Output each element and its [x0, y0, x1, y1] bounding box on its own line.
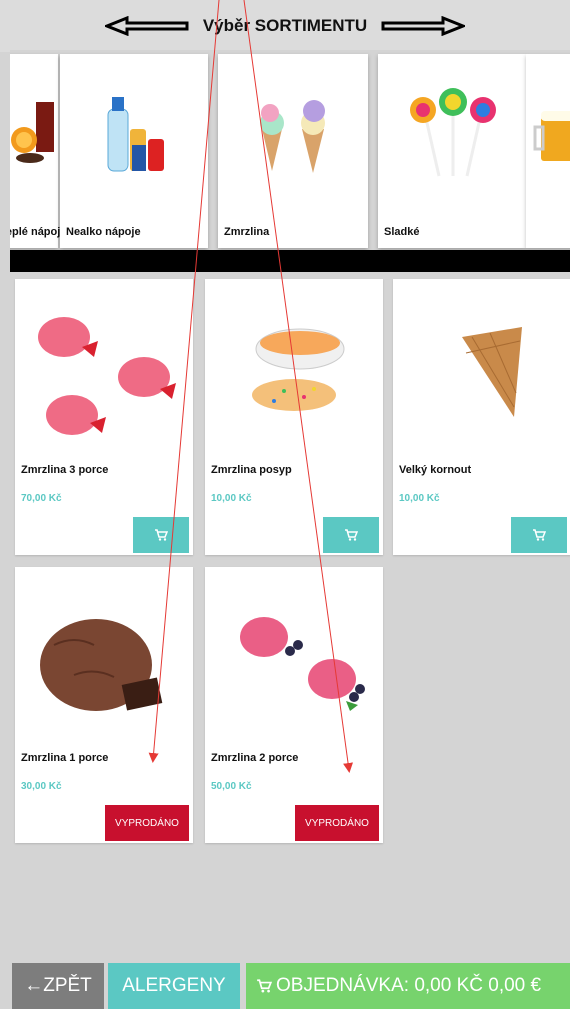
waffle-cone-image	[393, 287, 570, 457]
ice-cream-cones-image	[218, 64, 368, 204]
product-price: 10,00 Kč	[399, 493, 440, 504]
category-card-beer[interactable]	[526, 54, 570, 248]
lollipops-image	[378, 64, 526, 204]
cart-icon	[345, 529, 358, 541]
header-title: Výběr SORTIMENTU	[202, 16, 368, 35]
cart-icon	[533, 529, 546, 541]
divider-bar	[10, 250, 570, 272]
sold-out-button[interactable]: VYPRODÁNO	[105, 805, 189, 841]
product-card-velky-kornout[interactable]: Velký kornout 10,00 Kč	[393, 279, 570, 555]
sprinkles-image	[205, 287, 383, 457]
beer-image	[526, 64, 570, 204]
category-label: Nealko nápoje	[66, 226, 141, 238]
category-header: Výběr SORTIMENTU	[0, 0, 570, 52]
category-card-hot-drinks[interactable]: Teplé nápoje	[10, 54, 66, 248]
product-card-zmrzlina-1[interactable]: Zmrzlina 1 porce 30,00 Kč VYPRODÁNO	[15, 567, 193, 843]
category-card-ice-cream[interactable]: Zmrzlina	[218, 54, 368, 248]
product-name: Zmrzlina posyp	[211, 464, 292, 476]
category-label: Zmrzlina	[224, 226, 270, 238]
cart-icon	[257, 979, 272, 993]
footer-bar: ←ZPĚT ALERGENY OBJEDNÁVKA: 0,00 KČ 0,00 …	[0, 963, 570, 1009]
add-to-cart-button[interactable]	[133, 517, 189, 553]
add-to-cart-button[interactable]	[511, 517, 567, 553]
ice-cream-scoops-image	[15, 287, 193, 457]
arrow-right-icon[interactable]	[381, 16, 466, 36]
allergens-button[interactable]: ALERGENY	[108, 963, 240, 1009]
product-name: Zmrzlina 2 porce	[211, 752, 299, 764]
order-button[interactable]: OBJEDNÁVKA: 0,00 KČ 0,00 €	[246, 963, 570, 1009]
category-label: Sladké	[384, 226, 420, 238]
hot-drink-image	[10, 64, 58, 204]
back-button[interactable]: ←ZPĚT	[12, 963, 104, 1009]
chocolate-scoop-image	[15, 575, 193, 745]
product-price: 10,00 Kč	[211, 493, 252, 504]
product-price: 70,00 Kč	[21, 493, 62, 504]
cart-icon	[155, 529, 168, 541]
order-summary-label: OBJEDNÁVKA: 0,00 KČ 0,00 €	[276, 975, 542, 996]
product-card-zmrzlina-posyp[interactable]: Zmrzlina posyp 10,00 Kč	[205, 279, 383, 555]
category-card-soft-drinks[interactable]: Nealko nápoje	[60, 54, 208, 248]
product-name: Velký kornout	[399, 464, 472, 476]
product-price: 30,00 Kč	[21, 781, 62, 792]
product-price: 50,00 Kč	[211, 781, 252, 792]
category-label: Teplé nápoje	[10, 226, 67, 238]
product-card-zmrzlina-3[interactable]: Zmrzlina 3 porce 70,00 Kč	[15, 279, 193, 555]
berry-scoops-image	[205, 575, 383, 745]
product-card-zmrzlina-2[interactable]: Zmrzlina 2 porce 50,00 Kč VYPRODÁNO	[205, 567, 383, 843]
add-to-cart-button[interactable]	[323, 517, 379, 553]
product-name: Zmrzlina 3 porce	[21, 464, 109, 476]
soft-drinks-image	[60, 64, 208, 204]
product-name: Zmrzlina 1 porce	[21, 752, 109, 764]
category-card-sweets[interactable]: Sladké	[378, 54, 526, 248]
category-carousel[interactable]: Teplé nápoje Nealko nápoje	[10, 50, 570, 250]
sold-out-button[interactable]: VYPRODÁNO	[295, 805, 379, 841]
arrow-left-icon[interactable]	[104, 16, 189, 36]
